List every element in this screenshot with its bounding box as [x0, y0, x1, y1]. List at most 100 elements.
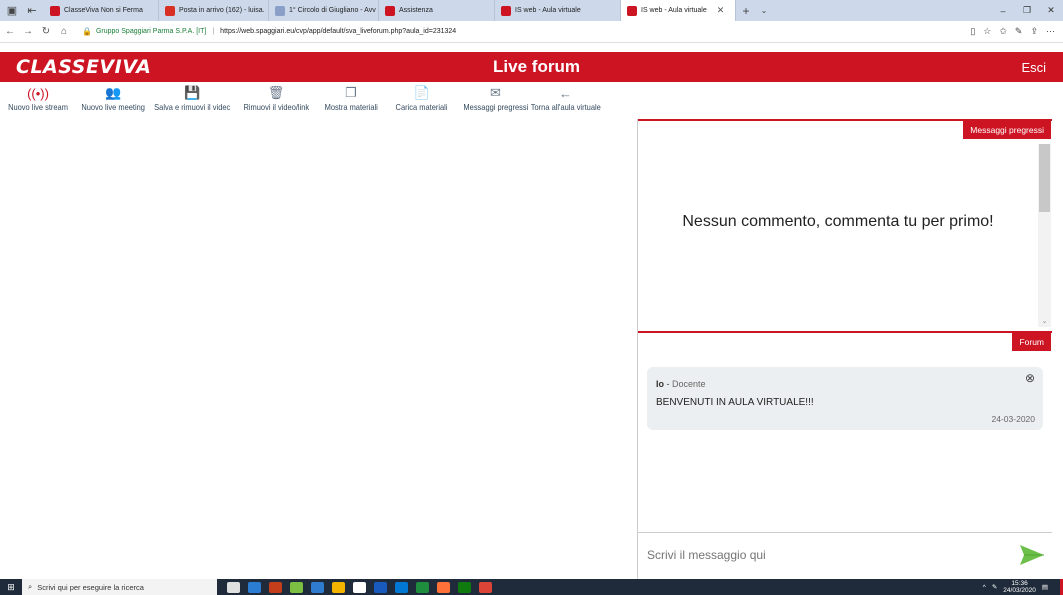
browser-tab[interactable]: 1° Circolo di Giugliano - Avv: [269, 0, 379, 21]
taskbar-app-icon[interactable]: [353, 581, 366, 593]
close-tab-icon[interactable]: ✕: [717, 5, 725, 16]
windows-start-icon[interactable]: ⊞: [0, 582, 22, 593]
toolbar-label: Nuovo live meeting: [81, 102, 146, 112]
tab-label: 1° Circolo di Giugliano - Avv: [289, 7, 376, 14]
taskbar-app-icon[interactable]: [458, 581, 471, 593]
windows-taskbar: ⊞ ⌕ Scrivi qui per eseguire la ricerca ^…: [0, 579, 1063, 595]
users-icon: 👥: [105, 85, 122, 100]
toolbar-button[interactable]: 📄 Carica materiali: [384, 84, 460, 120]
toolbar-label: Messaggi pregressi: [463, 102, 528, 112]
browser-tab[interactable]: Posta in arrivo (162) - luisa.: [159, 0, 269, 21]
taskbar-search[interactable]: ⌕ Scrivi qui per eseguire la ricerca: [22, 579, 217, 595]
refresh-icon[interactable]: ↻: [38, 26, 54, 37]
home-icon[interactable]: ⌂: [56, 26, 72, 37]
close-window-icon[interactable]: ✕: [1039, 0, 1063, 21]
toolbar-label: Salva e rimuovi il videc: [154, 102, 231, 112]
taskbar-app-icon[interactable]: [479, 581, 492, 593]
toolbar-button[interactable]: ✉ Messaggi pregressi: [460, 84, 531, 120]
taskbar-app-icon[interactable]: [248, 581, 261, 593]
upload-doc-icon: 📄: [413, 85, 431, 100]
page-title: Live forum: [493, 57, 580, 76]
trash-icon: 🗑: [267, 85, 285, 100]
tab-label: Posta in arrivo (162) - luisa.: [179, 7, 265, 14]
forum-tag: Forum: [1012, 333, 1051, 351]
more-icon[interactable]: ⋯: [1046, 26, 1055, 37]
system-tray: ^ ✎ 15:36 24/03/2020 ▤: [983, 580, 1060, 594]
favorites-icon[interactable]: ✩: [999, 26, 1007, 37]
clock[interactable]: 15:36 24/03/2020: [1003, 580, 1036, 594]
restore-icon[interactable]: ❐: [1015, 0, 1039, 21]
toolbar-button[interactable]: 🗑 Rimuovi il video/link: [234, 84, 318, 120]
favorite-star-icon[interactable]: ☆: [983, 26, 991, 37]
message-composer: [638, 532, 1052, 578]
taskbar-app-icon[interactable]: [395, 581, 408, 593]
url-field[interactable]: 🔒 Gruppo Spaggiari Parma S.P.A. [IT] | h…: [82, 27, 456, 36]
message-date: 24-03-2020: [991, 414, 1035, 424]
forum-message: Io - Docente BENVENUTI IN AULA VIRTUALE!…: [647, 367, 1043, 430]
screen: ▣ ⇤ ClasseViva Non si Ferma Posta in arri…: [0, 0, 1063, 595]
taskbar-app-icon[interactable]: [269, 581, 282, 593]
back-tabs-icon[interactable]: ⇤: [24, 4, 40, 18]
tab-list: ClasseViva Non si Ferma Posta in arrivo (…: [44, 0, 736, 21]
app-header: CLASSEVIVA Live forum Esci: [0, 52, 1063, 82]
taskbar-app-icon[interactable]: [332, 581, 345, 593]
toolbar-label: Rimuovi il video/link: [243, 102, 309, 112]
chevron-down-icon[interactable]: ⌄: [756, 6, 772, 15]
taskbar-app-icon[interactable]: [227, 581, 240, 593]
scrollbar[interactable]: ⌄: [1038, 144, 1051, 327]
taskbar-app-icon[interactable]: [416, 581, 429, 593]
toolbar-label: Nuovo live stream: [8, 102, 68, 112]
new-tab-icon[interactable]: +: [736, 4, 756, 18]
toolbar-button[interactable]: 💾 Salva e rimuovi il videc: [151, 84, 234, 120]
toolbar-label: Torna all'aula virtuale: [530, 102, 601, 112]
tab-label: IS web - Aula virtuale: [515, 7, 581, 14]
browser-tab-strip: ▣ ⇤ ClasseViva Non si Ferma Posta in arri…: [0, 0, 1063, 21]
toolbar-label: Mostra materiali: [324, 102, 378, 112]
lock-icon: 🔒: [82, 27, 92, 36]
browser-tab[interactable]: Assistenza: [379, 0, 495, 21]
window-controls: – ❐ ✕: [991, 0, 1063, 21]
message-input[interactable]: [647, 544, 987, 566]
toolbar-label: Carica materiali: [396, 102, 448, 112]
search-icon: ⌕: [28, 582, 33, 591]
toolbar-button[interactable]: 👥 Nuovo live meeting: [76, 84, 151, 120]
copy-icon: ❐: [345, 85, 357, 100]
taskbar-app-icon[interactable]: [374, 581, 387, 593]
minimize-icon[interactable]: –: [991, 0, 1015, 21]
taskbar-app-icon[interactable]: [437, 581, 450, 593]
pen-icon[interactable]: ✎: [1015, 26, 1023, 37]
taskbar-app-icon[interactable]: [290, 581, 303, 593]
browser-tab[interactable]: IS web - Aula virtuale ✕: [621, 0, 736, 21]
url-text: https://web.spaggiari.eu/cvp/app/default…: [220, 28, 457, 35]
send-icon[interactable]: [1018, 541, 1046, 569]
scrollbar-thumb[interactable]: [1039, 144, 1050, 212]
empty-comments-message: Nessun commento, commenta tu per primo!: [682, 213, 994, 230]
tab-favicon-icon: [385, 5, 395, 16]
save-icon: 💾: [184, 85, 201, 100]
toolbar-button[interactable]: ❐ Mostra materiali: [318, 84, 384, 120]
delete-message-icon[interactable]: ⊗: [1025, 371, 1035, 385]
logout-button[interactable]: Esci: [1021, 60, 1046, 75]
browser-tab[interactable]: ClasseViva Non si Ferma: [44, 0, 159, 21]
toolbar-button[interactable]: ((•)) Nuovo live stream: [0, 84, 76, 120]
tray-chevron-icon[interactable]: ^: [983, 584, 986, 591]
reading-view-icon[interactable]: ▯: [970, 26, 975, 37]
pen-tray-icon[interactable]: ✎: [992, 583, 997, 591]
tab-favicon-icon: [627, 5, 637, 16]
notifications-icon[interactable]: ▤: [1042, 583, 1048, 591]
tab-actions-icon[interactable]: ▣: [4, 4, 20, 18]
tab-favicon-icon: [275, 5, 285, 16]
share-icon[interactable]: ⇪: [1030, 26, 1038, 37]
back-icon[interactable]: ←: [2, 26, 18, 37]
message-author: Io - Docente: [656, 379, 706, 389]
tab-label: IS web - Aula virtuale: [641, 7, 707, 14]
message-text: BENVENUTI IN AULA VIRTUALE!!!: [656, 397, 814, 408]
tab-favicon-icon: [165, 5, 175, 16]
scroll-down-icon[interactable]: ⌄: [1038, 317, 1051, 325]
toolbar-button[interactable]: ← Torna all'aula virtuale: [530, 84, 601, 120]
taskbar-app-icon[interactable]: [311, 581, 324, 593]
mail-history-icon: ✉: [490, 85, 501, 100]
forward-icon[interactable]: →: [20, 26, 36, 37]
browser-tab[interactable]: IS web - Aula virtuale: [495, 0, 621, 21]
tab-favicon-icon: [50, 5, 60, 16]
